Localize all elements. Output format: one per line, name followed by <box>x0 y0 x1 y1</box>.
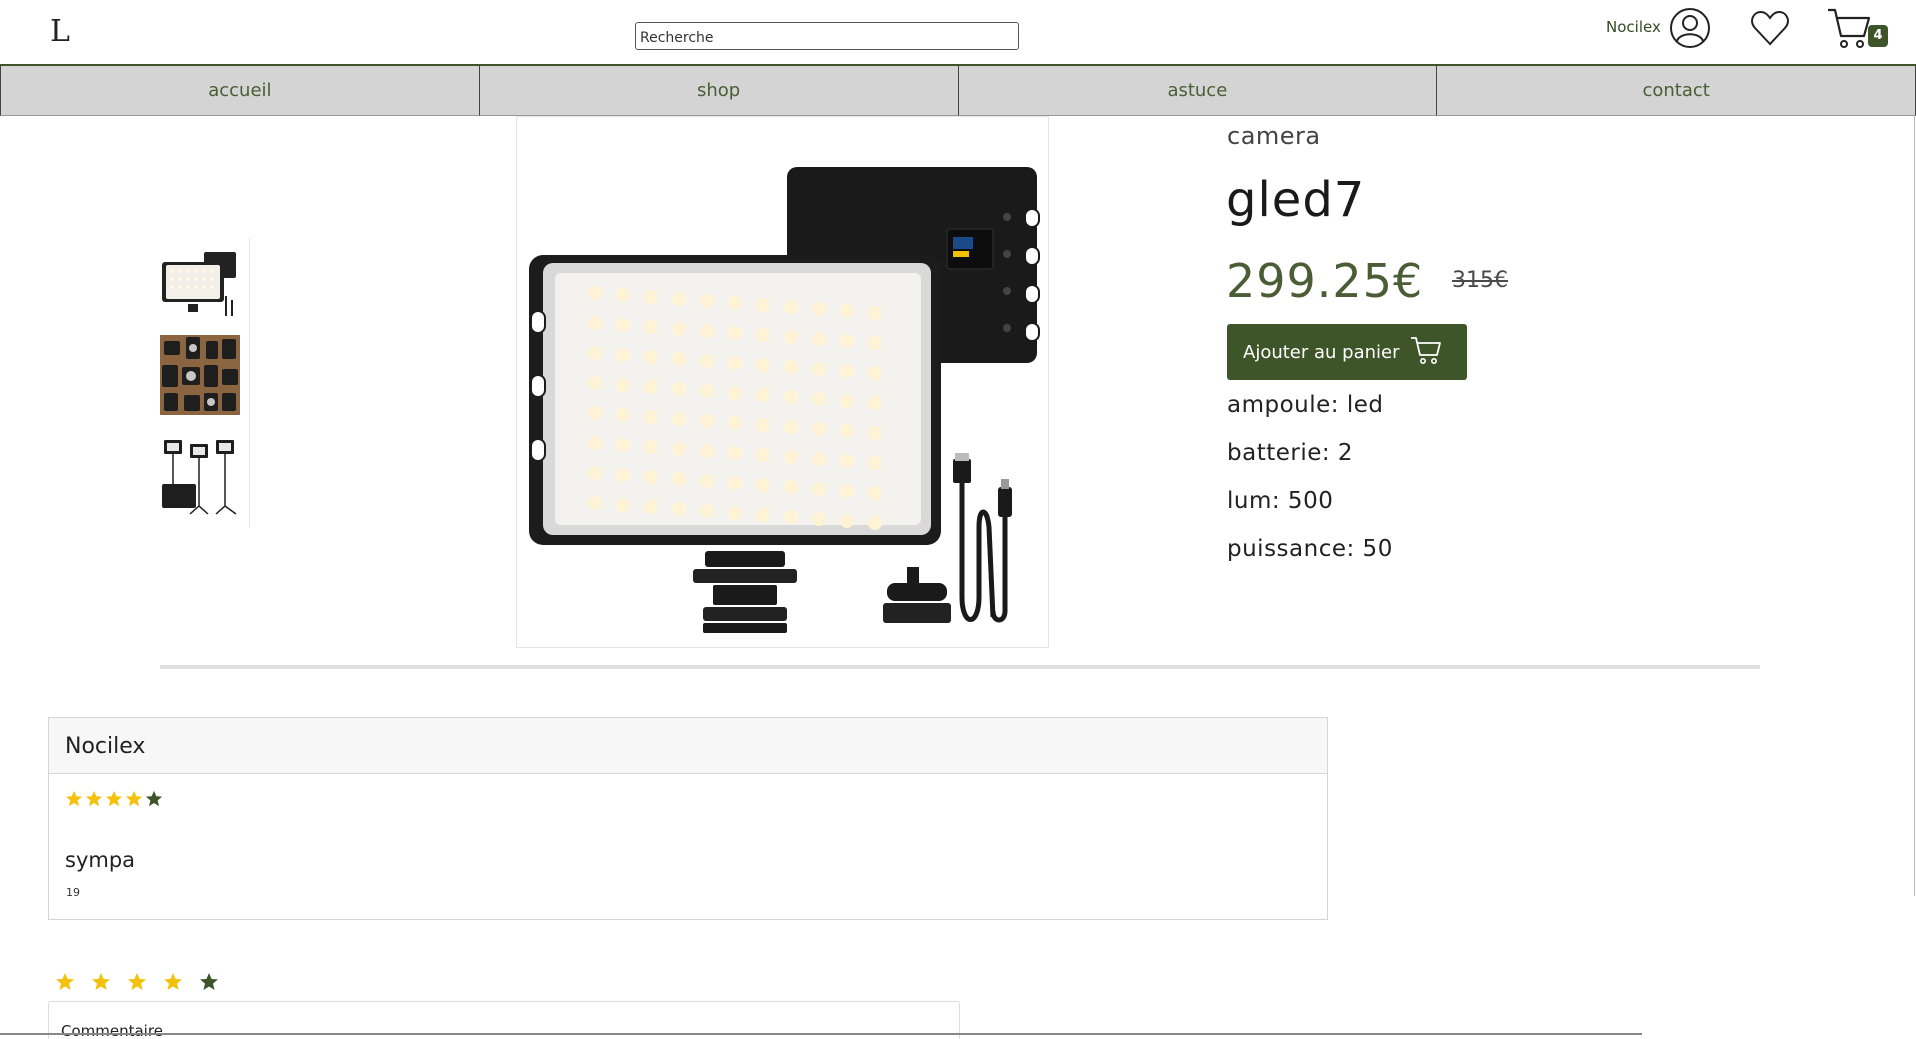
nav-item-contact[interactable]: contact <box>1437 66 1916 116</box>
thumbnail-lenses[interactable] <box>160 335 240 415</box>
review-date: 19 <box>66 886 80 899</box>
star-icon <box>125 790 143 812</box>
scroll-edge <box>1914 116 1915 896</box>
review-comment: sympa <box>65 848 136 872</box>
user-icon[interactable] <box>1668 6 1712 54</box>
product-title: gled7 <box>1226 172 1366 228</box>
add-to-cart-label: Ajouter au panier <box>1243 341 1400 363</box>
thumbnail-led-panel[interactable] <box>160 244 240 324</box>
review-card: Nocilex sympa 19 <box>48 717 1328 920</box>
nav-item-accueil[interactable]: accueil <box>0 66 480 116</box>
add-to-cart-button[interactable]: Ajouter au panier <box>1227 324 1467 380</box>
star-icon <box>65 790 83 812</box>
spec-batterie: batterie: 2 <box>1227 440 1354 466</box>
user-name[interactable]: Nocilex <box>1606 18 1661 36</box>
nav-item-shop[interactable]: shop <box>479 66 959 116</box>
site-logo[interactable]: L <box>50 14 70 49</box>
header: L Nocilex 4 <box>0 0 1916 64</box>
star-icon[interactable] <box>127 972 147 996</box>
review-rating <box>65 790 163 812</box>
product-category: camera <box>1227 122 1321 150</box>
thumbnail-light-kit[interactable] <box>160 436 240 516</box>
review-author: Nocilex <box>49 718 1327 774</box>
product-old-price: 315€ <box>1452 268 1508 293</box>
star-icon[interactable] <box>91 972 111 996</box>
cart-icon <box>1410 335 1442 370</box>
spec-ampoule: ampoule: led <box>1227 392 1384 418</box>
bottom-border <box>0 1033 1642 1035</box>
product-main-image <box>516 116 1049 648</box>
rating-input <box>55 972 219 996</box>
thumbnail-list <box>158 238 250 528</box>
search-input[interactable] <box>635 22 1019 50</box>
spec-lum: lum: 500 <box>1227 488 1334 514</box>
star-empty-icon[interactable] <box>199 972 219 996</box>
nav-item-astuce[interactable]: astuce <box>958 66 1438 116</box>
star-icon <box>85 790 103 812</box>
spec-puissance: puissance: 50 <box>1227 536 1393 562</box>
star-icon[interactable] <box>163 972 183 996</box>
star-icon <box>105 790 123 812</box>
star-empty-icon <box>145 790 163 812</box>
star-icon[interactable] <box>55 972 75 996</box>
cart-count-badge: 4 <box>1868 25 1888 47</box>
main-nav: accueil shop astuce contact <box>0 64 1916 116</box>
comment-label: Commentaire <box>61 1022 163 1039</box>
product-price: 299.25€ <box>1226 254 1424 308</box>
heart-icon[interactable] <box>1748 6 1792 54</box>
cart-icon[interactable] <box>1826 6 1872 54</box>
section-divider <box>160 665 1760 669</box>
